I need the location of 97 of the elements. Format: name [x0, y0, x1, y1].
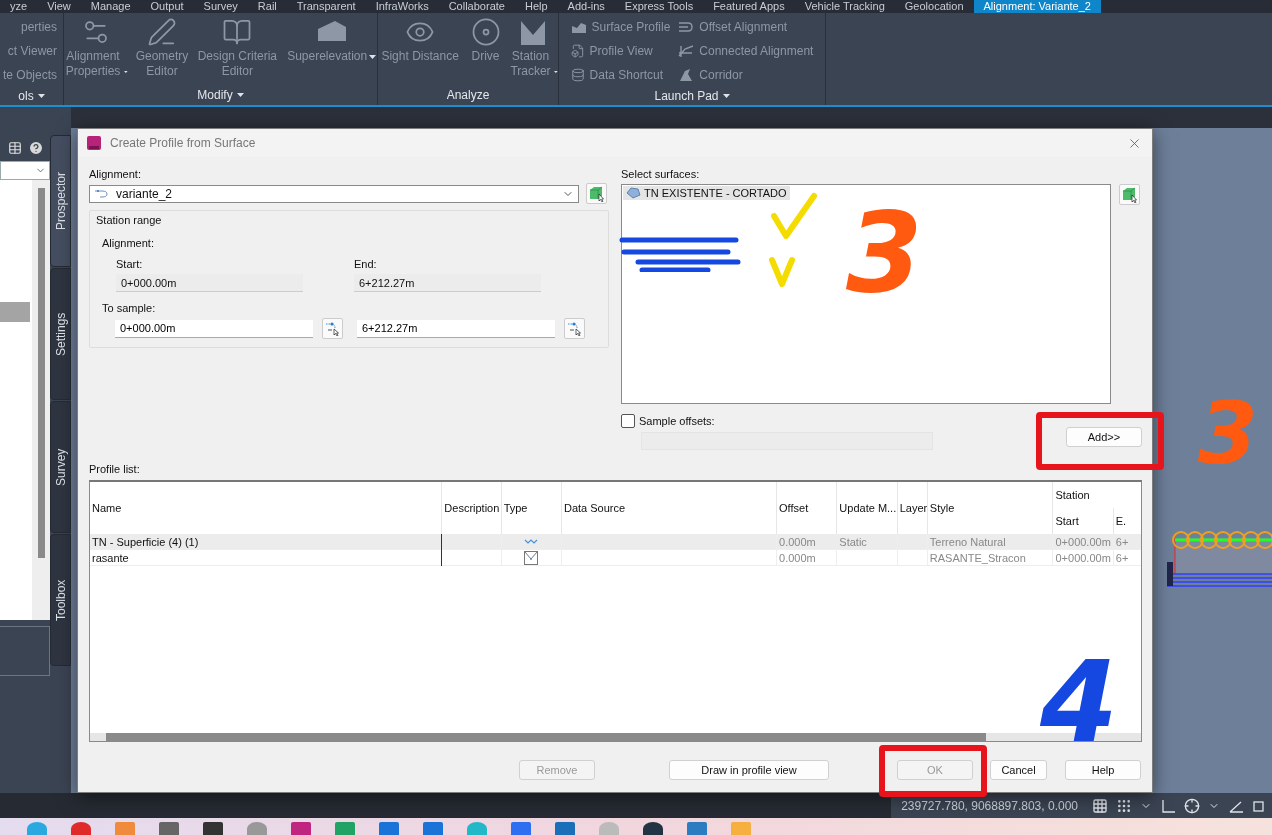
column-header[interactable]: Station — [1052, 482, 1141, 508]
ribbon-group-label: Modify — [197, 88, 233, 102]
field-label: Start: — [116, 257, 144, 271]
dialog-button[interactable]: Cancel — [990, 760, 1047, 780]
side-tab[interactable]: Toolbox — [50, 534, 71, 666]
ribbon-tab[interactable]: yze — [0, 0, 38, 13]
side-tab[interactable]: Survey — [50, 401, 71, 533]
app-logo-icon — [86, 135, 102, 151]
ribbon-tab[interactable]: Transparent — [286, 0, 366, 13]
handwritten-number: 4 — [1040, 646, 1118, 758]
dialog-button[interactable]: Help — [1065, 760, 1141, 780]
field-label: Alignment: — [89, 167, 142, 181]
ribbon-group-label: Analyze — [446, 88, 490, 102]
ribbon-tab[interactable]: Collaborate — [438, 0, 515, 13]
field-label: To sample: — [101, 301, 157, 315]
table-cell: 0+000.00m — [1052, 549, 1114, 566]
table-row[interactable]: TN - Superficie (4) (1) 0.000m Static Terreno Natural 0+000.00m 6+ — [90, 534, 1141, 550]
connected-lines-icon — [678, 44, 695, 58]
checkbox-label: Sample offsets: — [639, 414, 715, 428]
offset-lines-icon — [678, 20, 695, 34]
profile-view-icon — [570, 44, 585, 58]
ribbon-tab[interactable]: Vehicle Tracking — [794, 0, 895, 13]
pen-icon — [147, 17, 178, 47]
grid-icon[interactable] — [1092, 797, 1108, 814]
caret-icon — [124, 70, 128, 74]
table-cell: 0+000.00m — [1052, 534, 1114, 550]
ribbon-tab[interactable]: Survey — [193, 0, 248, 13]
ortho-icon[interactable] — [1160, 797, 1176, 814]
layout-profile-icon — [524, 550, 539, 565]
ribbon-tab[interactable]: Alignment: Variante_2 — [973, 0, 1101, 13]
ribbon-group-label: Launch Pad — [654, 89, 719, 103]
dropdown-field[interactable] — [0, 161, 50, 180]
snap-dots-icon[interactable] — [1116, 797, 1132, 814]
scrollbar-thumb[interactable] — [106, 733, 986, 741]
pick-button[interactable] — [564, 318, 585, 339]
sample-end-field[interactable]: 6+212.27m — [357, 319, 555, 338]
ribbon-tab[interactable]: Geolocation — [894, 0, 974, 13]
side-tab[interactable]: Settings — [50, 268, 71, 400]
pick-station-icon — [325, 321, 340, 336]
table-cell: 0.000m — [776, 549, 837, 566]
caret-icon — [369, 55, 377, 59]
checkbox[interactable] — [621, 414, 635, 428]
ribbon-tab[interactable]: Express Tools — [614, 0, 704, 13]
ribbon-tab[interactable]: Output — [140, 0, 194, 13]
surface-item[interactable]: TN EXISTENTE - CORTADO — [623, 186, 790, 200]
ribbon-tab[interactable]: Featured Apps — [703, 0, 795, 13]
field-label: Profile list: — [89, 462, 141, 476]
end-station-field: 6+212.27m — [354, 274, 541, 292]
table-cell: rasante — [90, 549, 442, 566]
group-title: Station range — [96, 213, 163, 227]
caret-icon — [554, 70, 558, 74]
pick-button[interactable] — [586, 183, 607, 204]
ribbon-tab[interactable]: Manage — [80, 0, 141, 13]
book-icon — [222, 17, 253, 47]
table-cell: Terreno Natural — [927, 534, 1053, 550]
disc-icon — [470, 17, 501, 47]
ribbon-tab[interactable]: Help — [514, 0, 558, 13]
table-cell: 6+ — [1113, 549, 1141, 566]
field-label: Select surfaces: — [621, 167, 701, 181]
dialog-button[interactable]: Draw in profile view — [669, 760, 829, 780]
handwritten-number: 3 — [1198, 390, 1258, 476]
alignment-icon — [94, 188, 110, 199]
cube-pick-icon — [588, 185, 605, 202]
add-button[interactable]: Add>> — [1066, 427, 1142, 447]
cube-pick-icon — [1121, 186, 1138, 203]
table-icon[interactable] — [8, 141, 22, 155]
database-icon — [570, 68, 585, 82]
field-label: End: — [354, 257, 378, 271]
corridor-icon — [678, 68, 695, 82]
surface-profile-icon — [524, 537, 539, 546]
table-cell: Static — [839, 535, 867, 548]
table-cell: 0.000m — [776, 534, 837, 550]
alignment-dropdown[interactable]: variante_2 — [89, 184, 579, 203]
pick-button[interactable] — [322, 318, 343, 339]
coordinates-readout: 239727.780, 9068897.803, 0.000 — [901, 798, 1078, 813]
scrollbar-thumb[interactable] — [37, 188, 45, 558]
ribbon-tab[interactable]: InfraWorks — [365, 0, 439, 13]
profile-icon — [570, 20, 587, 34]
start-station-field: 0+000.00m — [116, 274, 303, 292]
ribbon-tab[interactable]: Rail — [247, 0, 287, 13]
table-cell: 6+ — [1113, 534, 1141, 550]
polar-icon[interactable] — [1184, 797, 1200, 814]
table-cell: TN - Superficie (4) (1) — [90, 534, 442, 550]
surface-icon — [626, 187, 641, 199]
table-cell: RASANTE_Stracon — [927, 549, 1053, 566]
dialog-title: Create Profile from Surface — [110, 136, 257, 150]
pick-button[interactable] — [1119, 184, 1140, 205]
handwritten-number: 3 — [846, 198, 923, 308]
taskbar-app-icon[interactable] — [643, 822, 663, 835]
sample-start-field[interactable]: 0+000.00m — [115, 319, 313, 338]
help-icon[interactable] — [28, 140, 44, 156]
ribbon-tab[interactable]: Add-ins — [557, 0, 615, 13]
side-tab[interactable]: Prospector — [50, 135, 71, 267]
ribbon-tab[interactable]: View — [37, 0, 81, 13]
field-label: Alignment: — [101, 236, 155, 250]
pick-station-icon — [567, 321, 582, 336]
ribbon-group-label: ols — [18, 89, 34, 103]
